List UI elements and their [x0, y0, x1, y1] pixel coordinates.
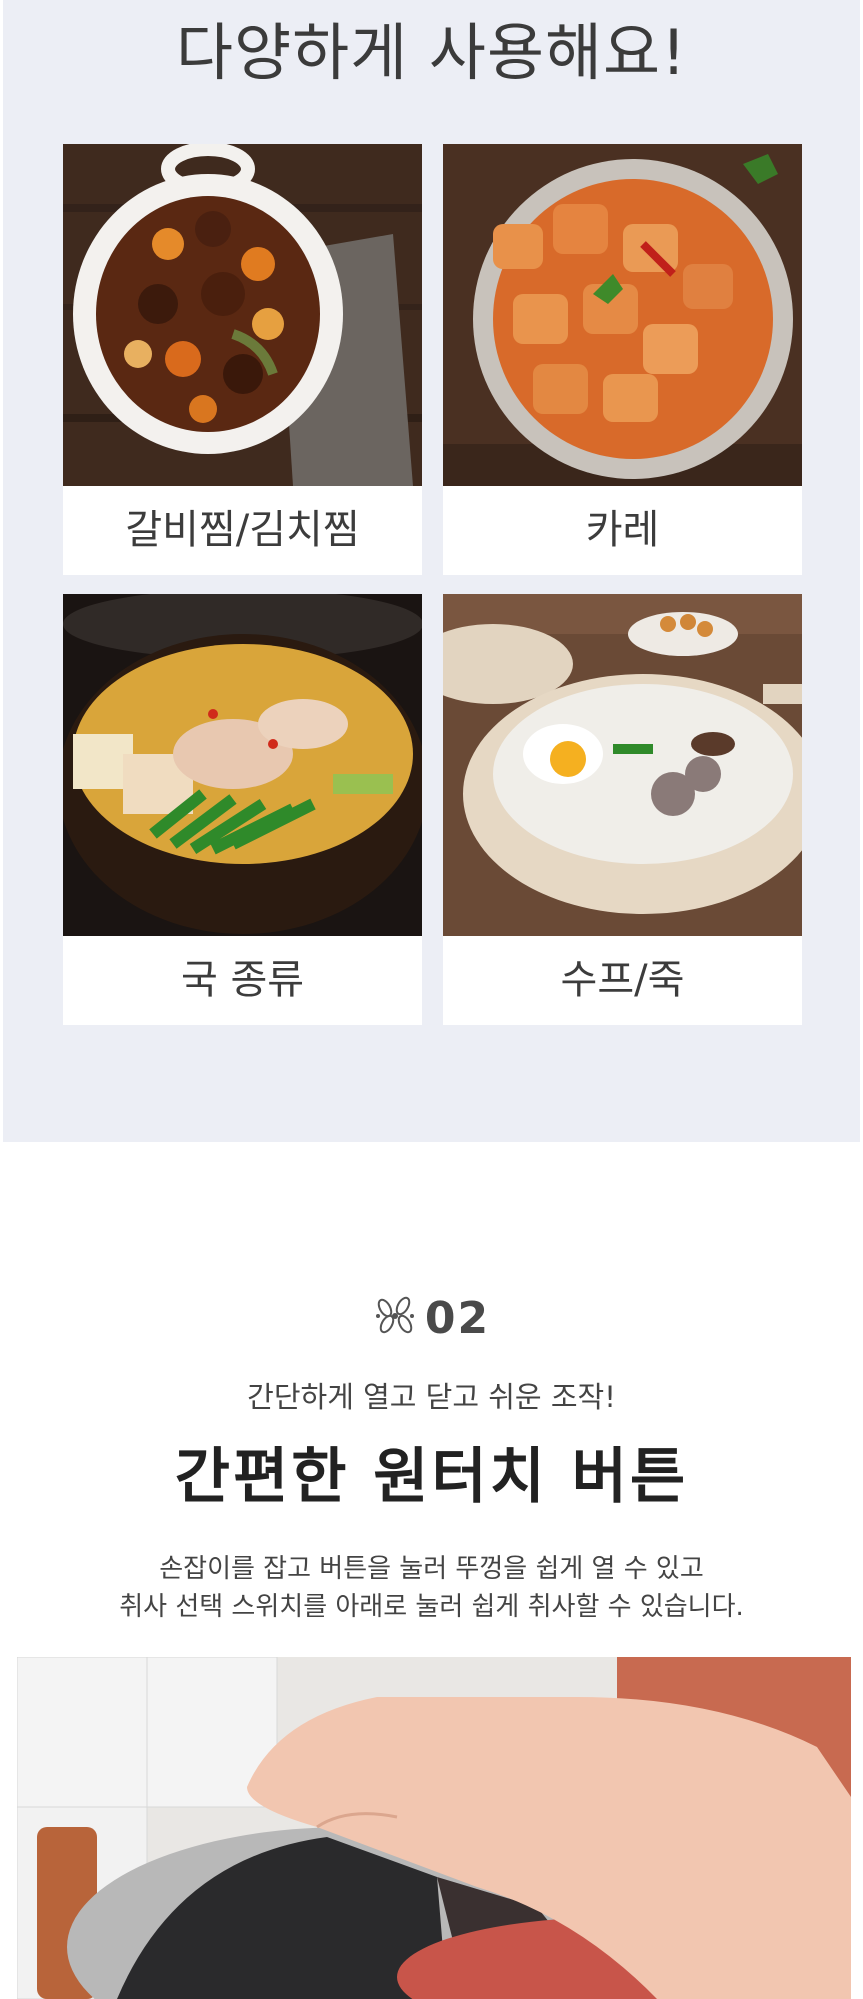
card-label: 갈비찜/김치찜 — [125, 507, 360, 553]
hotpot-soup-photo — [63, 594, 422, 936]
description-line: 취사 선택 스위치를 아래로 눌러 쉽게 취사할 수 있습니다. — [119, 1592, 744, 1622]
feature-subhead: 간단하게 열고 닫고 쉬운 조작! — [247, 1380, 616, 1414]
usage-card-porridge: 수프/죽 — [443, 594, 802, 1025]
usage-headline: 다양하게 사용해요! — [176, 16, 687, 89]
step-number: 02 — [424, 1292, 491, 1344]
leaf-ornament-icon — [373, 1294, 417, 1342]
card-label: 카레 — [585, 507, 660, 553]
feature-title: 간편한 원터치 버튼 — [174, 1442, 689, 1512]
feature-description: 손잡이를 잡고 버튼을 눌러 뚜껑을 쉽게 열 수 있고 취사 선택 스위치를 … — [0, 1550, 863, 1626]
usage-card-braised-ribs: 갈비찜/김치찜 — [63, 144, 422, 575]
hand-pressing-lid-button-photo — [17, 1657, 851, 1999]
curry-photo — [443, 144, 802, 486]
card-label: 국 종류 — [180, 957, 305, 1003]
porridge-photo — [443, 594, 802, 936]
usage-card-curry: 카레 — [443, 144, 802, 575]
step-indicator: 02 — [0, 1290, 863, 1346]
description-line: 손잡이를 잡고 버튼을 눌러 뚜껑을 쉽게 열 수 있고 — [159, 1554, 704, 1584]
card-label: 수프/죽 — [560, 957, 685, 1003]
usage-card-soup: 국 종류 — [63, 594, 422, 1025]
braised-ribs-photo — [63, 144, 422, 486]
